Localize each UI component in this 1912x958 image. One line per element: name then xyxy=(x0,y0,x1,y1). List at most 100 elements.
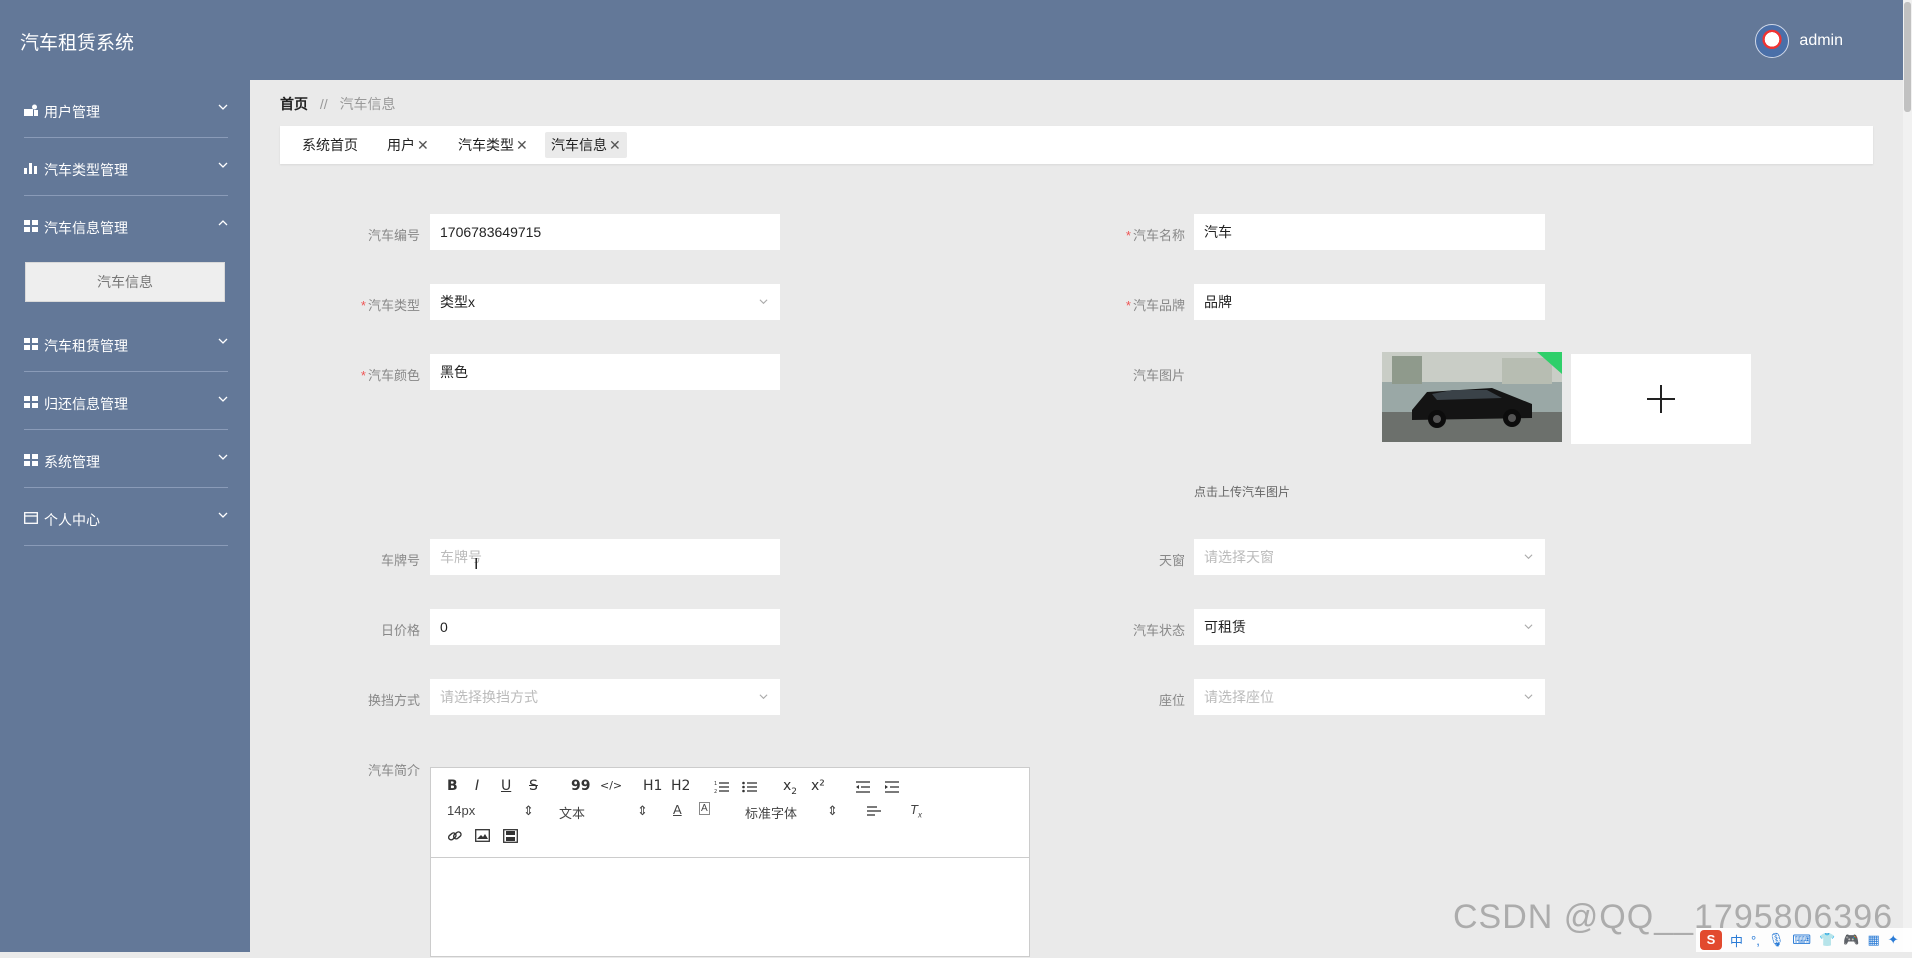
breadcrumb: 首页 // 汽车信息 xyxy=(280,94,396,114)
sidebar-item-system-management[interactable]: 系统管理 xyxy=(0,430,250,488)
car-no-input[interactable]: 1706783649715 xyxy=(430,214,780,250)
daily-price-input[interactable]: 0 xyxy=(430,609,780,645)
tab-car-type[interactable]: 汽车类型 ✕ xyxy=(452,132,534,158)
daily-price-label: 日价格 xyxy=(380,623,420,638)
blockquote-button[interactable]: 99 xyxy=(571,778,590,794)
video-icon[interactable] xyxy=(503,829,518,843)
sidebar: 用户管理 汽车类型管理 汽车信息管理 汽车信息 汽车租赁管理 归还信息管理 系统… xyxy=(0,80,250,952)
add-image-button[interactable] xyxy=(1571,354,1751,444)
game-icon[interactable]: 🎮 xyxy=(1843,932,1859,948)
card-icon xyxy=(24,512,38,524)
chinese-mode-icon[interactable]: 中 xyxy=(1730,931,1743,950)
sidebar-subitem-car-info[interactable]: 汽车信息 xyxy=(25,262,225,302)
breadcrumb-current: 汽车信息 xyxy=(339,96,396,112)
tab-label: 汽车类型 xyxy=(458,137,514,153)
status-select[interactable]: 可租赁 xyxy=(1194,609,1545,645)
italic-button[interactable]: I xyxy=(475,778,479,794)
sunroof-select[interactable]: 请选择天窗 xyxy=(1194,539,1545,575)
plate-label: 车牌号 xyxy=(380,553,420,568)
user-name[interactable]: admin xyxy=(1799,32,1843,50)
tab-user[interactable]: 用户 ✕ xyxy=(381,132,435,158)
grid-icon xyxy=(24,454,38,466)
background-color-icon[interactable]: A xyxy=(699,802,710,815)
font-family-arrows-icon[interactable]: ⇕ xyxy=(827,803,838,819)
code-button[interactable]: </> xyxy=(600,779,622,792)
app-title: 汽车租赁系统 xyxy=(20,33,135,54)
close-icon[interactable]: ✕ xyxy=(417,137,429,153)
tab-label: 汽车信息 xyxy=(551,137,607,153)
sidebar-item-label: 汽车租赁管理 xyxy=(44,338,128,354)
paragraph-arrows-icon[interactable]: ⇕ xyxy=(637,803,648,819)
chevron-down-icon xyxy=(218,162,228,168)
font-color-icon[interactable]: A xyxy=(673,802,682,817)
chevron-down-icon xyxy=(1524,624,1533,630)
sidebar-item-label: 汽车类型管理 xyxy=(44,162,128,178)
h2-button[interactable]: H2 xyxy=(671,778,690,794)
ordered-list-icon[interactable]: 12 xyxy=(714,780,730,794)
intro-label: 汽车简介 xyxy=(367,763,420,778)
chevron-down-icon xyxy=(1524,554,1533,560)
status-label: 汽车状态 xyxy=(1132,623,1185,638)
avatar[interactable] xyxy=(1755,24,1790,58)
toolbox-icon[interactable]: ▦ xyxy=(1867,932,1879,948)
punctuation-icon[interactable]: °, xyxy=(1751,933,1760,948)
sidebar-item-rental-management[interactable]: 汽车租赁管理 xyxy=(0,314,250,372)
font-family-select[interactable]: 标准字体 xyxy=(745,803,797,822)
grid-icon xyxy=(24,396,38,408)
link-icon[interactable] xyxy=(447,829,463,843)
page-scrollbar[interactable] xyxy=(1903,0,1912,952)
car-brand-label: * 汽车品牌 xyxy=(1125,298,1185,313)
sidebar-item-car-info-management[interactable]: 汽车信息管理 xyxy=(0,196,250,254)
font-size-arrows-icon[interactable]: ⇕ xyxy=(523,803,534,819)
user-menu[interactable]: admin xyxy=(1755,24,1843,58)
image-icon[interactable] xyxy=(475,829,490,842)
gearbox-select[interactable]: 请选择换挡方式 xyxy=(430,679,780,715)
font-size-select[interactable]: 14px xyxy=(447,803,475,818)
close-icon[interactable]: ✕ xyxy=(516,137,528,153)
skin-icon[interactable]: 👕 xyxy=(1819,932,1835,948)
tab-label: 用户 xyxy=(387,137,415,153)
microphone-icon[interactable]: 🎙 xyxy=(1768,932,1785,948)
outdent-icon[interactable] xyxy=(855,780,871,794)
car-brand-input[interactable]: 品牌 xyxy=(1194,284,1545,320)
tab-home[interactable]: 系统首页 xyxy=(296,132,364,158)
indent-icon[interactable] xyxy=(884,780,900,794)
breadcrumb-home[interactable]: 首页 xyxy=(280,96,308,112)
keyboard-icon[interactable]: ⌨ xyxy=(1792,932,1811,948)
h1-button[interactable]: H1 xyxy=(643,778,662,794)
seats-label: 座位 xyxy=(1158,693,1185,708)
sidebar-item-user-management[interactable]: 用户管理 xyxy=(0,80,250,138)
sidebar-item-personal-center[interactable]: 个人中心 xyxy=(0,488,250,546)
superscript-button[interactable]: x² xyxy=(811,778,825,794)
clear-format-icon[interactable]: Tx xyxy=(910,802,922,820)
plate-input[interactable]: 车牌号 I xyxy=(430,539,780,575)
editor-content[interactable] xyxy=(431,858,1029,958)
more-icon[interactable]: ✦ xyxy=(1888,932,1899,948)
car-color-input[interactable]: 黑色 xyxy=(430,354,780,390)
car-image-preview[interactable] xyxy=(1382,352,1562,442)
subscript-button[interactable]: x2 xyxy=(783,778,797,797)
sogou-icon[interactable]: S xyxy=(1700,930,1722,950)
breadcrumb-separator: // xyxy=(319,96,328,112)
align-left-icon[interactable] xyxy=(866,805,882,818)
car-photo xyxy=(1382,352,1562,442)
bullet-list-icon[interactable] xyxy=(742,780,758,794)
car-type-select[interactable]: 类型x xyxy=(430,284,780,320)
strike-button[interactable]: S xyxy=(529,778,538,794)
upload-hint: 点击上传汽车图片 xyxy=(1194,485,1291,499)
bold-button[interactable]: B xyxy=(447,778,458,794)
paragraph-select[interactable]: 文本 xyxy=(559,803,585,822)
sidebar-item-car-type-management[interactable]: 汽车类型管理 xyxy=(0,138,250,196)
seats-select[interactable]: 请选择座位 xyxy=(1194,679,1545,715)
close-icon[interactable]: ✕ xyxy=(609,137,621,153)
tab-label: 系统首页 xyxy=(302,137,358,153)
chevron-down-icon xyxy=(759,299,768,305)
car-name-input[interactable]: 汽车 xyxy=(1194,214,1545,250)
tab-car-info[interactable]: 汽车信息 ✕ xyxy=(545,132,627,158)
gearbox-placeholder: 请选择换挡方式 xyxy=(440,689,538,705)
rich-text-editor[interactable]: B I U S 99 </> H1 H2 12 x2 x² 14px ⇕ 文本 … xyxy=(430,767,1030,957)
bar-chart-icon xyxy=(24,163,37,174)
sidebar-item-return-management[interactable]: 归还信息管理 xyxy=(0,372,250,430)
sidebar-item-label: 归还信息管理 xyxy=(44,396,128,412)
underline-button[interactable]: U xyxy=(501,778,511,794)
